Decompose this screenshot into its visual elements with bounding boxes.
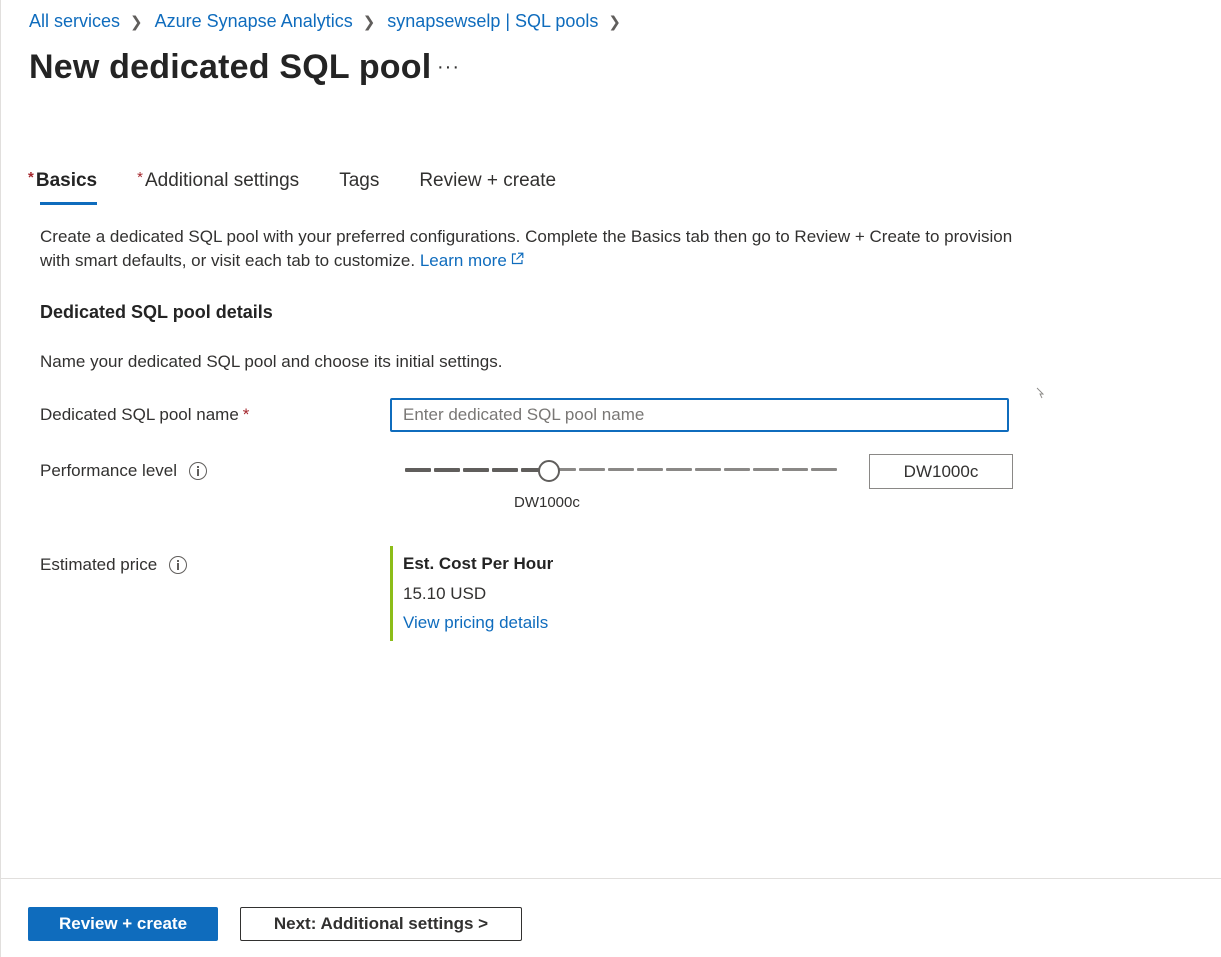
more-options-button[interactable]: ··· xyxy=(437,56,460,79)
intro-description: Create a dedicated SQL pool with your pr… xyxy=(40,227,1013,270)
review-create-button[interactable]: Review + create xyxy=(28,907,218,941)
slider-segment xyxy=(811,468,837,471)
chevron-right-icon: ❯ xyxy=(608,13,621,31)
breadcrumb-sql-pools[interactable]: synapsewselp | SQL pools xyxy=(387,11,598,32)
next-additional-settings-button[interactable]: Next: Additional settings > xyxy=(240,907,522,941)
slider-segment xyxy=(463,468,489,472)
slider-segment xyxy=(724,468,750,471)
performance-value-box: DW1000c xyxy=(869,454,1013,489)
external-link-icon xyxy=(511,252,524,265)
page-title: New dedicated SQL pool xyxy=(29,48,432,86)
left-edge-border xyxy=(0,0,1,957)
estimated-price-label: Estimated price xyxy=(40,555,188,575)
pool-name-input[interactable] xyxy=(390,398,1009,432)
section-title: Dedicated SQL pool details xyxy=(40,302,273,322)
performance-level-label: Performance level xyxy=(40,461,208,481)
breadcrumb-all-services[interactable]: All services xyxy=(29,11,120,32)
info-icon[interactable] xyxy=(169,556,188,574)
tab-label: Tags xyxy=(339,170,380,191)
mouse-cursor-icon xyxy=(1036,387,1044,399)
chevron-right-icon: ❯ xyxy=(130,13,143,31)
tab-review-create[interactable]: Review + create xyxy=(419,170,556,202)
tab-label: Basics xyxy=(35,170,98,191)
pool-name-label-text: Dedicated SQL pool name xyxy=(40,405,239,424)
pool-name-label: Dedicated SQL pool name * xyxy=(40,405,249,425)
slider-segment xyxy=(666,468,692,471)
breadcrumb-azure-synapse[interactable]: Azure Synapse Analytics xyxy=(155,11,353,32)
footer-divider xyxy=(0,878,1221,879)
tab-basics[interactable]: * Basics xyxy=(28,169,98,205)
chevron-right-icon: ❯ xyxy=(362,13,376,31)
learn-more-label: Learn more xyxy=(419,251,507,270)
intro-text: Create a dedicated SQL pool with your pr… xyxy=(40,225,1030,273)
view-pricing-link[interactable]: View pricing details xyxy=(403,613,690,633)
info-icon[interactable] xyxy=(189,462,208,480)
tab-tags[interactable]: Tags xyxy=(339,170,379,202)
slider-value-label: DW1000c xyxy=(514,494,580,511)
required-asterisk: * xyxy=(242,405,250,424)
required-asterisk: * xyxy=(137,169,143,186)
slider-segment xyxy=(405,468,431,472)
slider-segment xyxy=(753,468,779,471)
tab-bar: * Basics * Additional settings Tags Review… xyxy=(28,169,596,205)
slider-segment xyxy=(434,468,460,472)
slider-thumb[interactable] xyxy=(537,460,560,482)
required-asterisk: * xyxy=(28,169,34,186)
slider-segment xyxy=(695,468,721,471)
price-value: 15.10 USD xyxy=(403,584,487,603)
slider-segment xyxy=(637,468,663,471)
price-title: Est. Cost Per Hour xyxy=(403,554,554,573)
tab-label: Additional settings xyxy=(144,170,300,191)
tab-label: Review + create xyxy=(419,170,557,191)
breadcrumb: All services ❯ Azure Synapse Analytics ❯… xyxy=(29,11,633,32)
price-summary: Est. Cost Per Hour 15.10 USD View pricin… xyxy=(390,546,690,641)
slider-segment xyxy=(492,468,518,472)
performance-slider[interactable] xyxy=(405,460,839,482)
learn-more-link[interactable]: Learn more xyxy=(420,251,524,270)
tab-additional-settings[interactable]: * Additional settings xyxy=(137,169,300,202)
section-description: Name your dedicated SQL pool and choose … xyxy=(40,352,503,371)
performance-level-label-text: Performance level xyxy=(40,461,178,480)
estimated-price-label-text: Estimated price xyxy=(40,555,158,574)
slider-segment xyxy=(782,468,808,471)
slider-segment xyxy=(608,468,634,471)
slider-segment xyxy=(579,468,605,471)
